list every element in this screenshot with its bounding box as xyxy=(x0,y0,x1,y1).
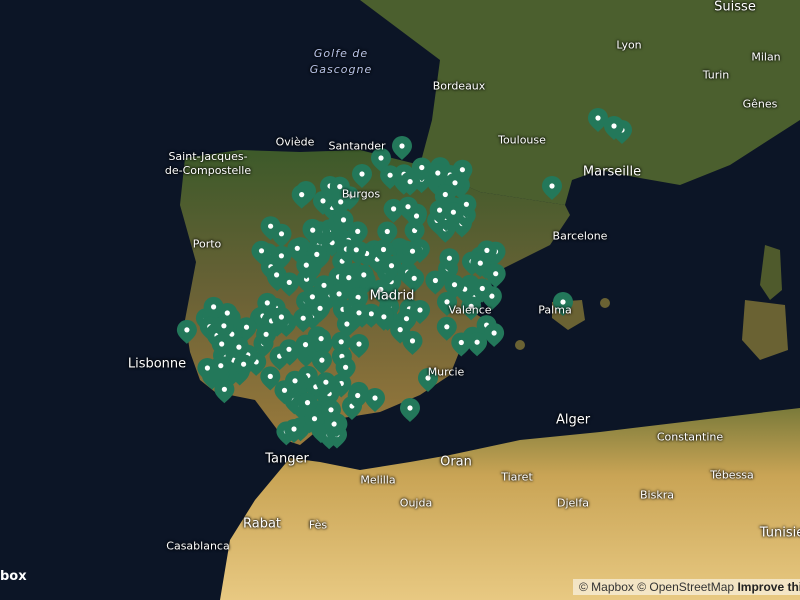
label-palma: Palma xyxy=(538,303,572,317)
label-tanger: Tanger xyxy=(265,451,309,467)
improve-map-link[interactable]: Improve this map xyxy=(737,580,800,594)
label-oviede: Oviède xyxy=(275,135,315,149)
land-menorca xyxy=(600,298,610,308)
label-fes: Fès xyxy=(308,518,328,532)
attribution-osm-link[interactable]: © OpenStreetMap xyxy=(637,580,734,594)
land-ibiza xyxy=(515,340,525,350)
label-constantine: Constantine xyxy=(656,430,724,444)
label-barcelone: Barcelone xyxy=(552,229,608,243)
label-golfe-de-gascogne: Golfe de Gascogne xyxy=(310,46,373,78)
label-madrid: Madrid xyxy=(369,288,415,304)
label-burgos: Burgos xyxy=(341,187,381,201)
label-oujda: Oujda xyxy=(399,496,433,510)
mapbox-logo[interactable]: box xyxy=(0,569,27,584)
label-rabat: Rabat xyxy=(242,516,282,532)
label-suisse: Suisse xyxy=(714,0,756,15)
label-melilla: Melilla xyxy=(360,473,396,487)
label-tebessa: Tébessa xyxy=(710,468,754,482)
label-porto: Porto xyxy=(192,237,222,251)
label-casablanca: Casablanca xyxy=(166,539,230,553)
label-bordeaux: Bordeaux xyxy=(432,79,486,93)
label-santander: Santander xyxy=(328,139,386,153)
attribution: © Mapbox © OpenStreetMap Improve this ma… xyxy=(573,579,800,595)
label-oran: Oran xyxy=(440,454,472,470)
label-valence: Valence xyxy=(448,303,492,317)
label-toulouse: Toulouse xyxy=(498,133,546,147)
label-turin: Turin xyxy=(702,68,730,82)
label-lyon: Lyon xyxy=(616,38,642,52)
label-tunisie: Tunisie xyxy=(759,525,800,541)
label-marseille: Marseille xyxy=(582,164,642,180)
sea-label-line1: Golfe de xyxy=(313,47,369,60)
sea-label-line2: Gascogne xyxy=(309,63,373,76)
label-lisbonne: Lisbonne xyxy=(127,356,187,372)
label-santiago: Saint-Jacques- de-Compostelle xyxy=(164,150,252,177)
label-djelfa: Djelfa xyxy=(557,496,589,510)
label-milan: Milan xyxy=(751,50,781,64)
label-alger: Alger xyxy=(555,412,591,428)
label-biskra: Biskra xyxy=(640,488,674,502)
label-tiaret: Tiaret xyxy=(501,470,533,484)
label-genes: Gênes xyxy=(742,97,778,111)
attribution-mapbox-link[interactable]: © Mapbox xyxy=(579,580,634,594)
label-murcie: Murcie xyxy=(427,365,465,379)
